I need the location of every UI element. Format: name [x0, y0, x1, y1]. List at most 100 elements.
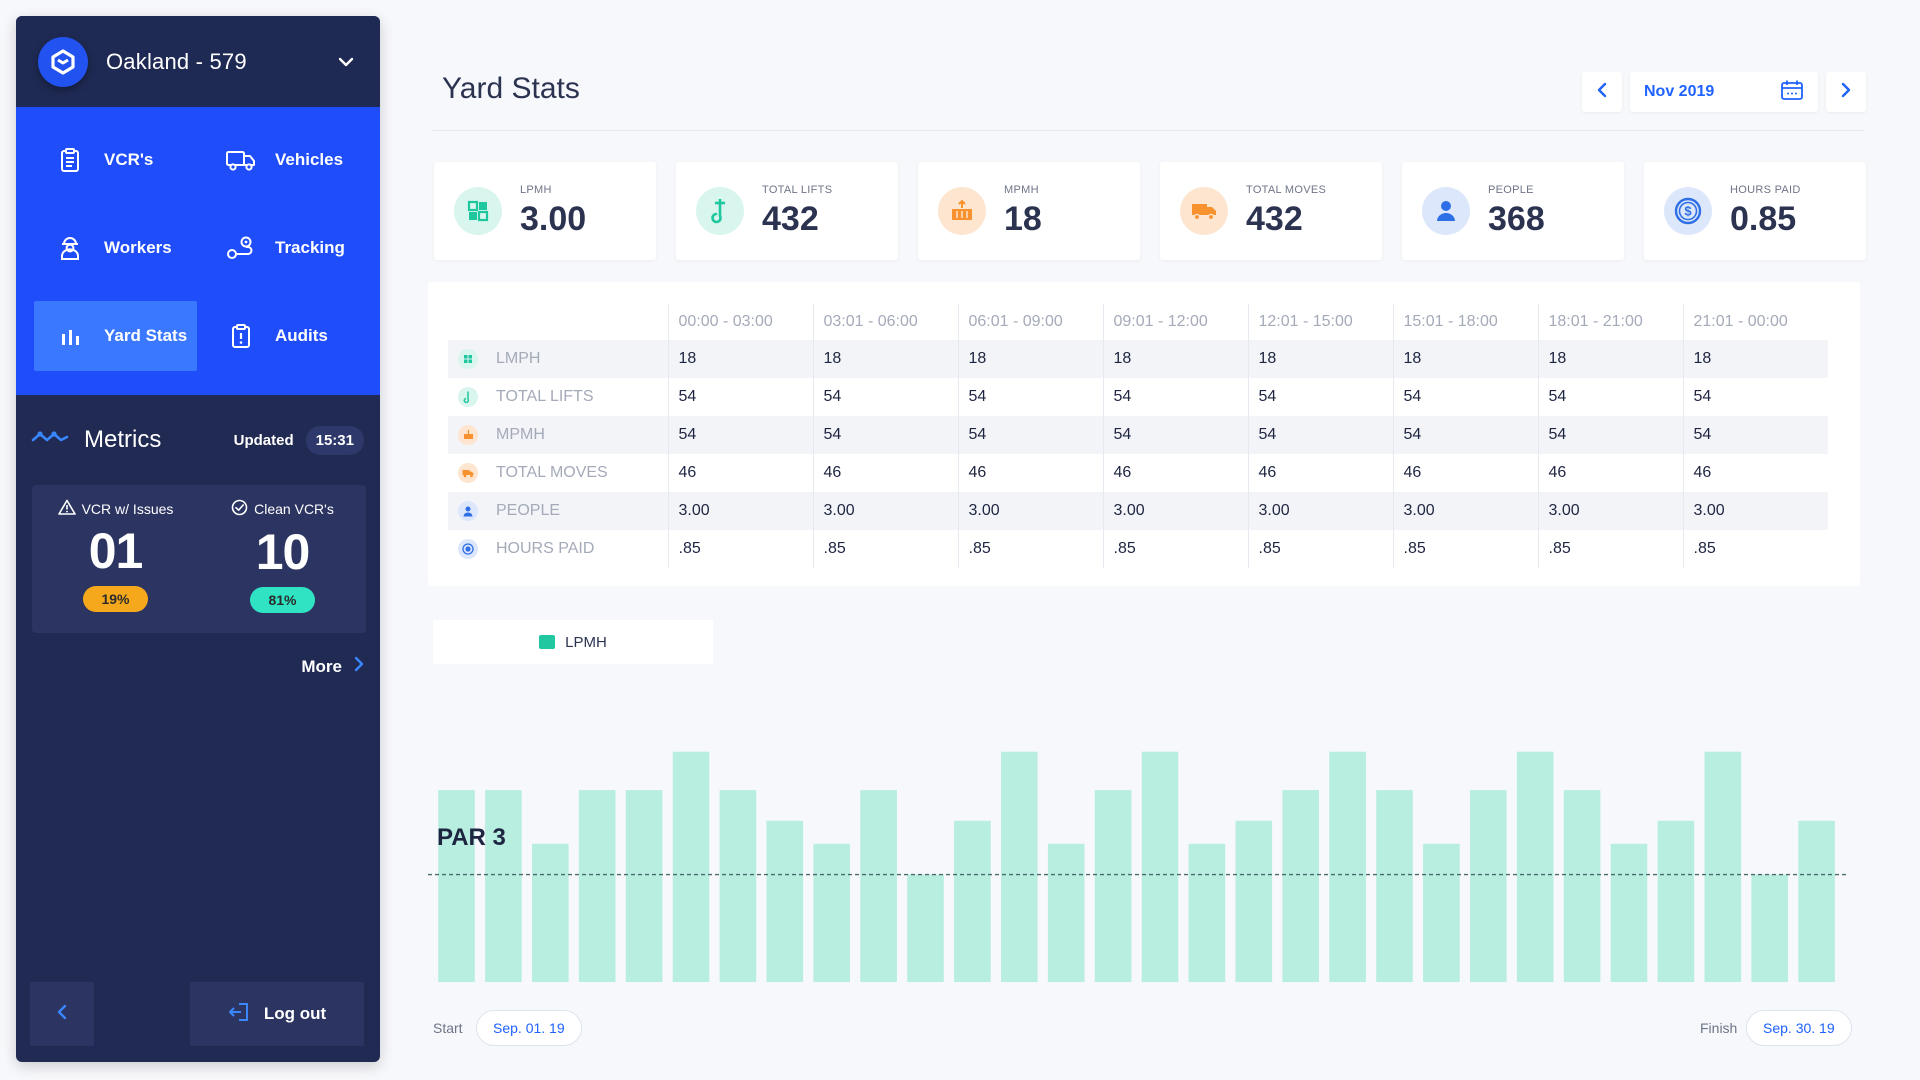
table-cell: 3.00: [667, 492, 813, 530]
table-cell: 54: [1392, 378, 1538, 416]
table-cell: 18: [667, 340, 813, 378]
chart-bar[interactable]: [672, 751, 710, 982]
table-cell: 54: [1247, 378, 1393, 416]
chart-legend[interactable]: LPMH: [433, 620, 713, 664]
finish-date-pill[interactable]: Sep. 30. 19: [1746, 1010, 1852, 1046]
nav-item-tracking[interactable]: Tracking: [205, 213, 368, 283]
start-label: Start: [433, 1020, 463, 1036]
truck-move-icon: [458, 463, 478, 483]
chart-bar[interactable]: [1751, 874, 1788, 983]
logout-button[interactable]: Log out: [190, 982, 364, 1046]
table-cell: 3.00: [1537, 492, 1683, 530]
table-row: PEOPLE 3.00 3.00 3.00 3.00 3.00 3.00 3.00 3.00: [448, 492, 1828, 530]
chart-bar[interactable]: [1470, 790, 1507, 982]
container-lift-icon: [458, 425, 478, 445]
kpi-card-total-lifts: TOTAL LIFTS 432: [676, 162, 898, 260]
chart-bar[interactable]: [860, 790, 897, 982]
sidebar: Oakland - 579 VCR's Vehicles Workers Tra…: [16, 16, 380, 1062]
chevron-down-icon[interactable]: [334, 50, 358, 74]
clipboard-icon: [54, 146, 86, 174]
stats-table-card: 00:00 - 03:00 03:01 - 06:00 06:01 - 09:0…: [428, 282, 1860, 586]
chart-bar[interactable]: [1141, 751, 1179, 982]
vcr-issues-metric[interactable]: VCR w/ Issues 01 19%: [41, 499, 191, 633]
nav-item-vcrs[interactable]: VCR's: [34, 125, 197, 195]
chart-bar[interactable]: [625, 790, 663, 982]
table-cell: 54: [667, 416, 813, 454]
worker-icon: [54, 234, 86, 262]
vcr-issues-count: 01: [88, 523, 144, 579]
chevron-left-icon: [1597, 82, 1607, 103]
column-header: 21:01 - 00:00: [1682, 304, 1828, 340]
divider: [432, 130, 1864, 131]
person-icon: [1422, 187, 1470, 235]
chart-bar[interactable]: [1329, 751, 1366, 982]
column-header: 15:01 - 18:00: [1392, 304, 1538, 340]
month-picker[interactable]: Nov 2019: [1630, 72, 1818, 112]
location-selector[interactable]: Oakland - 579: [16, 16, 380, 107]
chart-bar[interactable]: [1235, 820, 1273, 982]
chevron-left-icon: [57, 1004, 67, 1025]
chart-bar[interactable]: [485, 790, 522, 982]
table-corner: [448, 304, 668, 340]
chart-bar[interactable]: [954, 820, 991, 982]
table-cell: 18: [1537, 340, 1683, 378]
table-cell: 3.00: [1682, 492, 1828, 530]
table-cell: 18: [957, 340, 1103, 378]
chart-bar[interactable]: [1094, 790, 1132, 982]
chart-bar[interactable]: [1657, 820, 1695, 982]
kpi-value: 0.85: [1730, 199, 1797, 238]
chart-bar[interactable]: [532, 843, 569, 982]
table-cell: 54: [1102, 378, 1248, 416]
table-cell: 54: [1682, 378, 1828, 416]
chart-bar[interactable]: [719, 790, 757, 982]
kpi-label: PEOPLE: [1488, 183, 1534, 196]
chart-bar[interactable]: [1423, 843, 1460, 982]
chart-bar[interactable]: [813, 843, 850, 982]
start-date-pill[interactable]: Sep. 01. 19: [476, 1010, 582, 1046]
chart-bar[interactable]: [1610, 843, 1648, 982]
finish-label: Finish: [1700, 1020, 1738, 1036]
chart-bar[interactable]: [438, 790, 475, 982]
nav-item-workers[interactable]: Workers: [34, 213, 197, 283]
chart-bar[interactable]: [1188, 843, 1226, 982]
next-month-button[interactable]: [1826, 72, 1866, 112]
updated-time-badge: 15:31: [305, 425, 364, 455]
kpi-label: TOTAL LIFTS: [762, 183, 833, 196]
chart-bar[interactable]: [1282, 790, 1319, 982]
chart-bar[interactable]: [1376, 790, 1413, 982]
chart-bar[interactable]: [766, 820, 804, 982]
chart-bar[interactable]: [1798, 820, 1835, 982]
collapse-sidebar-button[interactable]: [30, 982, 94, 1046]
clean-vcrs-label: Clean VCR's: [254, 501, 334, 517]
table-cell: 18: [812, 340, 958, 378]
chart-bar[interactable]: [1704, 751, 1742, 982]
more-link[interactable]: More: [301, 656, 364, 677]
activity-icon: [30, 429, 70, 452]
kpi-card-lpmh: LPMH 3.00: [434, 162, 656, 260]
kpi-label: HOURS PAID: [1730, 183, 1801, 196]
nav-label: Yard Stats: [104, 326, 188, 345]
table-row: TOTAL LIFTS 54 54 54 54 54 54 54 54: [448, 378, 1828, 416]
previous-month-button[interactable]: [1582, 72, 1622, 112]
chart-bar[interactable]: [578, 790, 616, 982]
chart-bar[interactable]: [1047, 843, 1085, 982]
clean-vcrs-count: 10: [255, 524, 311, 580]
nav-label: Workers: [104, 238, 172, 257]
chart-bar[interactable]: [1001, 751, 1038, 982]
row-label: PEOPLE: [496, 502, 561, 519]
grid-icon: [454, 187, 502, 235]
person-icon: [458, 501, 478, 521]
column-header: 00:00 - 03:00: [667, 304, 813, 340]
kpi-value: 432: [1246, 199, 1303, 238]
table-cell: 46: [957, 454, 1103, 492]
nav-item-yard-stats[interactable]: Yard Stats: [34, 301, 197, 371]
chart-bar[interactable]: [1563, 790, 1601, 982]
chart-bar[interactable]: [1516, 751, 1554, 982]
clean-vcrs-metric[interactable]: Clean VCR's 10 81%: [208, 499, 358, 633]
kpi-card-people: PEOPLE 368: [1402, 162, 1624, 260]
nav-item-audits[interactable]: Audits: [205, 301, 368, 371]
chart-bar[interactable]: [907, 874, 944, 983]
nav-item-vehicles[interactable]: Vehicles: [205, 125, 368, 195]
main-nav: VCR's Vehicles Workers Tracking Yard Sta…: [16, 107, 380, 395]
calendar-icon[interactable]: [1780, 79, 1804, 106]
